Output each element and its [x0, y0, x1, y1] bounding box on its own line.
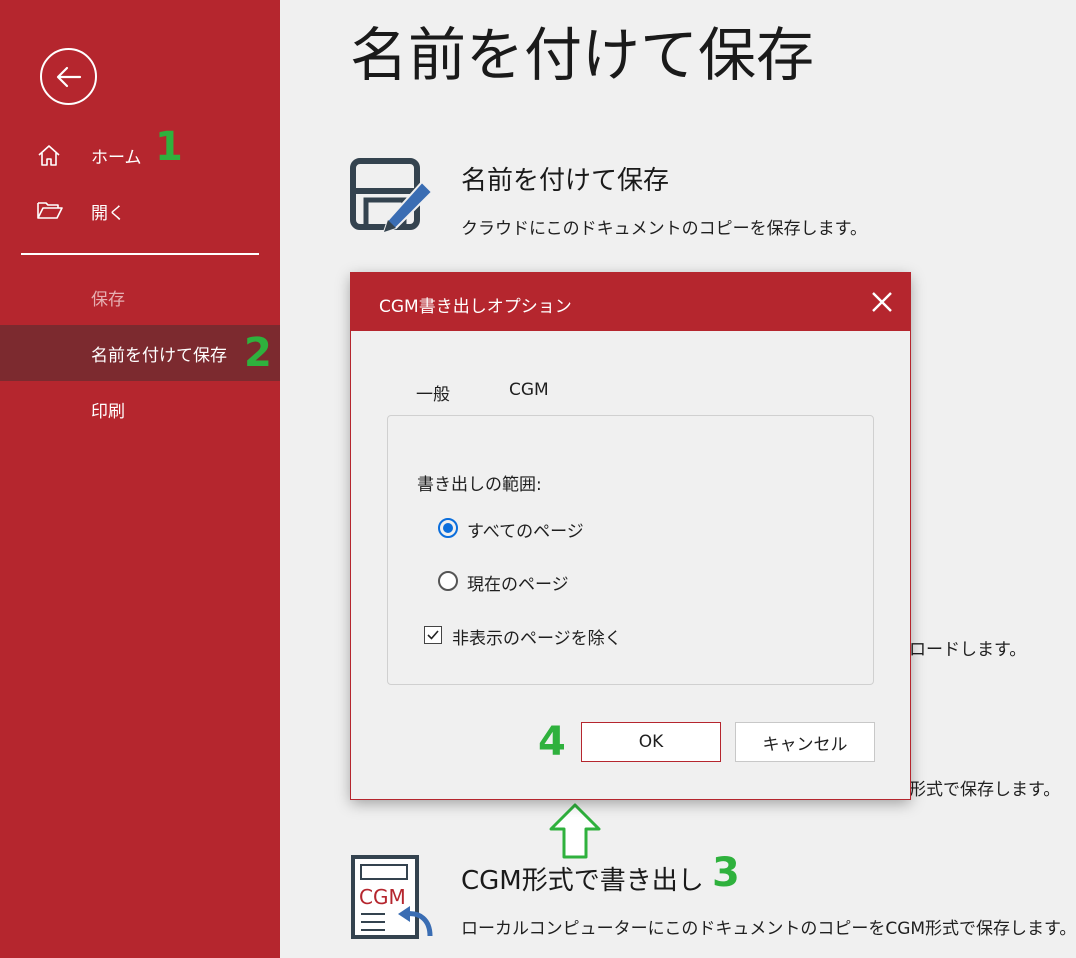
ok-button[interactable]: OK [581, 722, 721, 762]
option-desc-save-as: クラウドにこのドキュメントのコピーを保存します。 [461, 219, 867, 239]
svg-text:CGM: CGM [359, 885, 406, 909]
nav-item-print[interactable]: 印刷 [0, 381, 280, 437]
all-pages-radio[interactable] [438, 518, 458, 538]
cgm-export-options-dialog: CGM書き出しオプション 一般 CGM 書き出しの範囲: すべてのページ 現在の… [351, 273, 910, 799]
nav-label-save-as: 名前を付けて保存 [91, 345, 227, 366]
save-as-icon[interactable] [350, 158, 434, 236]
partial-desc-text: 形式で保存します。 [909, 780, 1061, 800]
backstage-sidebar: ホーム 開く 保存 名前を付けて保存 印刷 1 2 [0, 0, 280, 958]
cgm-export-icon[interactable]: CGM [350, 854, 434, 940]
nav-divider [21, 253, 259, 255]
back-arrow-icon [56, 66, 82, 88]
partial-desc-text: ロードします。 [909, 640, 1027, 660]
option-title-cgm-export[interactable]: CGM形式で書き出し [461, 860, 704, 897]
cancel-button[interactable]: キャンセル [735, 722, 875, 762]
option-title-save-as[interactable]: 名前を付けて保存 [461, 160, 669, 197]
dialog-header: CGM書き出しオプション [351, 273, 910, 331]
current-page-label[interactable]: 現在のページ [467, 570, 569, 595]
page-title: 名前を付けて保存 [350, 21, 815, 89]
step-marker-1: 1 [155, 124, 183, 170]
checkmark-icon [427, 630, 439, 640]
nav-item-home[interactable]: ホーム [0, 127, 280, 183]
tab-cgm[interactable]: CGM [509, 380, 549, 400]
nav-label-print: 印刷 [91, 401, 125, 422]
nav-label-save: 保存 [91, 289, 125, 310]
step-marker-3: 3 [712, 850, 740, 896]
nav-item-open[interactable]: 開く [0, 183, 280, 239]
export-range-label: 書き出しの範囲: [417, 475, 542, 495]
exclude-hidden-pages-checkbox[interactable] [424, 626, 442, 644]
back-button[interactable] [40, 48, 97, 105]
current-page-radio[interactable] [438, 571, 458, 591]
option-desc-cgm-export: ローカルコンピューターにこのドキュメントのコピーをCGM形式で保存します。 [461, 919, 1076, 939]
step-marker-2: 2 [244, 330, 272, 376]
up-arrow-indicator-icon [549, 803, 601, 859]
dialog-title: CGM書き出しオプション [379, 297, 572, 317]
nav-item-save[interactable]: 保存 [0, 269, 280, 325]
tab-general[interactable]: 一般 [416, 380, 450, 405]
nav-item-save-as[interactable]: 名前を付けて保存 [0, 325, 280, 381]
nav-label-open: 開く [91, 203, 125, 224]
close-icon[interactable] [870, 290, 894, 314]
all-pages-label[interactable]: すべてのページ [467, 517, 584, 542]
folder-open-icon [37, 202, 63, 219]
exclude-hidden-pages-label[interactable]: 非表示のページを除く [452, 624, 622, 649]
home-icon [38, 145, 60, 166]
nav-label-home: ホーム [91, 147, 142, 168]
step-marker-4: 4 [538, 719, 566, 765]
